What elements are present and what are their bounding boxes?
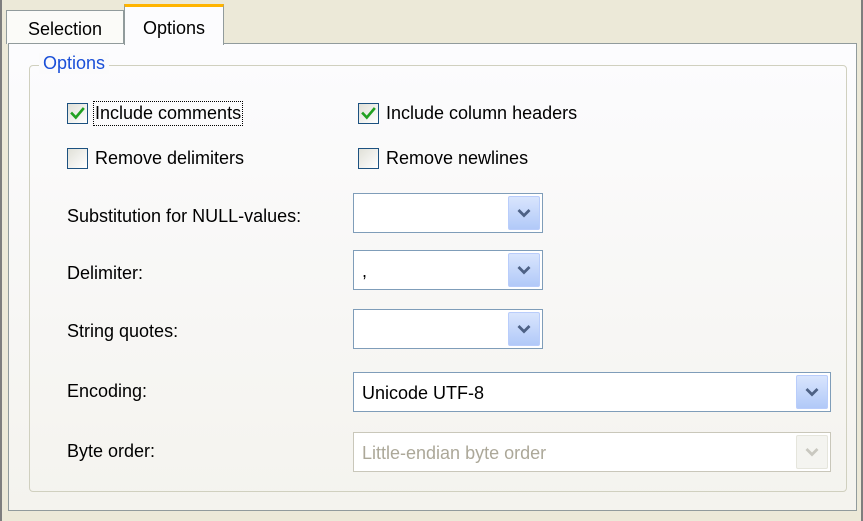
byte-order-combobox: Little-endian byte order (353, 432, 831, 472)
include-column-headers-checkbox[interactable]: Include column headers (358, 103, 577, 124)
delimiter-combobox[interactable]: , (353, 250, 543, 290)
checkmark-icon (361, 107, 376, 120)
remove-delimiters-checkbox[interactable]: Remove delimiters (67, 148, 244, 169)
delimiter-label: Delimiter: (67, 263, 144, 283)
string-quotes-combobox[interactable] (353, 309, 543, 349)
byte-order-label: Byte order: (67, 441, 156, 461)
tab-selection[interactable]: Selection (6, 10, 124, 44)
options-panel: Options Include comments Include column … (8, 43, 857, 511)
delimiter-dropdown-button[interactable] (508, 253, 540, 287)
null-substitution-combobox[interactable] (353, 193, 543, 233)
remove-newlines-box[interactable] (358, 148, 379, 169)
tab-options-label: Options (142, 18, 206, 38)
chevron-down-icon (517, 209, 531, 218)
include-column-headers-label: Include column headers (386, 103, 578, 123)
include-comments-label: Include comments (92, 101, 244, 126)
byte-order-dropdown-button (796, 435, 828, 469)
chevron-down-icon (517, 325, 531, 334)
string-quotes-label: String quotes: (67, 321, 179, 341)
encoding-combobox[interactable]: Unicode UTF-8 (353, 372, 831, 412)
remove-delimiters-label: Remove delimiters (95, 148, 245, 168)
remove-delimiters-box[interactable] (67, 148, 88, 169)
tab-selection-label: Selection (27, 19, 103, 39)
include-comments-checkbox[interactable]: Include comments (67, 101, 244, 126)
null-substitution-dropdown-button[interactable] (508, 196, 540, 230)
delimiter-value: , (362, 261, 368, 281)
encoding-label: Encoding: (67, 381, 148, 401)
null-substitution-label: Substitution for NULL-values: (67, 206, 302, 226)
tab-bar: Selection Options (0, 0, 863, 45)
encoding-value: Unicode UTF-8 (362, 383, 485, 403)
tab-options[interactable]: Options (124, 4, 224, 45)
groupbox-title: Options (39, 53, 110, 74)
include-column-headers-box[interactable] (358, 103, 379, 124)
byte-order-value: Little-endian byte order (362, 443, 547, 463)
chevron-down-icon (805, 388, 819, 397)
string-quotes-dropdown-button[interactable] (508, 312, 540, 346)
remove-newlines-checkbox[interactable]: Remove newlines (358, 148, 528, 169)
chevron-down-icon (805, 448, 819, 457)
checkmark-icon (70, 107, 85, 120)
include-comments-box[interactable] (67, 103, 88, 124)
encoding-dropdown-button[interactable] (796, 375, 828, 409)
window-left-edge (0, 0, 2, 521)
chevron-down-icon (517, 266, 531, 275)
remove-newlines-label: Remove newlines (386, 148, 529, 168)
